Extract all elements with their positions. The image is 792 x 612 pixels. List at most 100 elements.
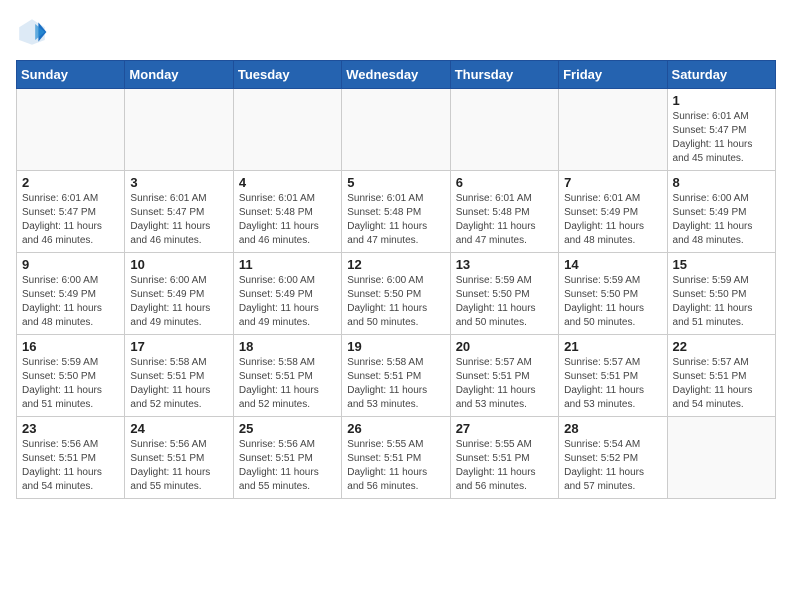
calendar-cell [559,89,667,171]
day-info: Sunrise: 5:56 AM Sunset: 5:51 PM Dayligh… [130,438,227,494]
day-number: 8 [673,175,770,190]
calendar-cell: 20 Sunrise: 5:57 AM Sunset: 5:51 PM Dayli… [450,335,558,417]
day-number: 20 [456,339,553,354]
day-info: Sunrise: 6:00 AM Sunset: 5:50 PM Dayligh… [347,274,444,330]
calendar-cell [233,89,341,171]
day-number: 21 [564,339,661,354]
calendar-cell: 5 Sunrise: 6:01 AM Sunset: 5:48 PM Daylig… [342,171,450,253]
day-info: Sunrise: 5:55 AM Sunset: 5:51 PM Dayligh… [347,438,444,494]
day-number: 9 [22,257,119,272]
day-info: Sunrise: 5:57 AM Sunset: 5:51 PM Dayligh… [456,356,553,412]
day-number: 6 [456,175,553,190]
day-number: 26 [347,421,444,436]
calendar-cell: 13 Sunrise: 5:59 AM Sunset: 5:50 PM Dayli… [450,253,558,335]
calendar-cell: 16 Sunrise: 5:59 AM Sunset: 5:50 PM Dayli… [17,335,125,417]
calendar-cell: 9 Sunrise: 6:00 AM Sunset: 5:49 PM Daylig… [17,253,125,335]
day-info: Sunrise: 6:00 AM Sunset: 5:49 PM Dayligh… [673,192,770,248]
day-info: Sunrise: 6:01 AM Sunset: 5:47 PM Dayligh… [22,192,119,248]
day-info: Sunrise: 6:01 AM Sunset: 5:48 PM Dayligh… [456,192,553,248]
day-info: Sunrise: 6:01 AM Sunset: 5:49 PM Dayligh… [564,192,661,248]
calendar-cell: 24 Sunrise: 5:56 AM Sunset: 5:51 PM Dayli… [125,417,233,499]
day-info: Sunrise: 5:59 AM Sunset: 5:50 PM Dayligh… [673,274,770,330]
day-number: 14 [564,257,661,272]
calendar-day-header: Wednesday [342,61,450,89]
day-info: Sunrise: 5:59 AM Sunset: 5:50 PM Dayligh… [22,356,119,412]
calendar-cell [667,417,775,499]
calendar-cell [342,89,450,171]
day-info: Sunrise: 5:58 AM Sunset: 5:51 PM Dayligh… [130,356,227,412]
calendar-day-header: Thursday [450,61,558,89]
calendar-cell: 10 Sunrise: 6:00 AM Sunset: 5:49 PM Dayli… [125,253,233,335]
day-info: Sunrise: 6:01 AM Sunset: 5:47 PM Dayligh… [673,110,770,166]
calendar-cell: 26 Sunrise: 5:55 AM Sunset: 5:51 PM Dayli… [342,417,450,499]
day-number: 23 [22,421,119,436]
day-number: 27 [456,421,553,436]
day-number: 5 [347,175,444,190]
day-number: 15 [673,257,770,272]
calendar-cell: 8 Sunrise: 6:00 AM Sunset: 5:49 PM Daylig… [667,171,775,253]
calendar-cell: 23 Sunrise: 5:56 AM Sunset: 5:51 PM Dayli… [17,417,125,499]
day-number: 25 [239,421,336,436]
calendar-table: SundayMondayTuesdayWednesdayThursdayFrid… [16,60,776,499]
page-header [16,16,776,48]
calendar-cell: 6 Sunrise: 6:01 AM Sunset: 5:48 PM Daylig… [450,171,558,253]
calendar-week-row: 16 Sunrise: 5:59 AM Sunset: 5:50 PM Dayli… [17,335,776,417]
day-number: 13 [456,257,553,272]
day-number: 10 [130,257,227,272]
calendar-cell: 15 Sunrise: 5:59 AM Sunset: 5:50 PM Dayli… [667,253,775,335]
day-info: Sunrise: 6:00 AM Sunset: 5:49 PM Dayligh… [22,274,119,330]
day-number: 16 [22,339,119,354]
day-info: Sunrise: 5:54 AM Sunset: 5:52 PM Dayligh… [564,438,661,494]
calendar-cell: 3 Sunrise: 6:01 AM Sunset: 5:47 PM Daylig… [125,171,233,253]
calendar-day-header: Saturday [667,61,775,89]
calendar-cell: 12 Sunrise: 6:00 AM Sunset: 5:50 PM Dayli… [342,253,450,335]
calendar-header-row: SundayMondayTuesdayWednesdayThursdayFrid… [17,61,776,89]
day-info: Sunrise: 6:00 AM Sunset: 5:49 PM Dayligh… [239,274,336,330]
day-info: Sunrise: 5:59 AM Sunset: 5:50 PM Dayligh… [564,274,661,330]
calendar-cell [17,89,125,171]
calendar-day-header: Sunday [17,61,125,89]
day-info: Sunrise: 5:57 AM Sunset: 5:51 PM Dayligh… [564,356,661,412]
calendar-day-header: Friday [559,61,667,89]
day-number: 12 [347,257,444,272]
day-info: Sunrise: 5:59 AM Sunset: 5:50 PM Dayligh… [456,274,553,330]
calendar-cell: 25Sunrise: 5:56 AM Sunset: 5:51 PM Dayli… [233,417,341,499]
calendar-cell: 2 Sunrise: 6:01 AM Sunset: 5:47 PM Daylig… [17,171,125,253]
calendar-cell: 1 Sunrise: 6:01 AM Sunset: 5:47 PM Daylig… [667,89,775,171]
day-number: 24 [130,421,227,436]
calendar-week-row: 1 Sunrise: 6:01 AM Sunset: 5:47 PM Daylig… [17,89,776,171]
day-number: 3 [130,175,227,190]
logo-icon [16,16,48,48]
calendar-cell: 22Sunrise: 5:57 AM Sunset: 5:51 PM Dayli… [667,335,775,417]
day-number: 28 [564,421,661,436]
calendar-cell: 4 Sunrise: 6:01 AM Sunset: 5:48 PM Daylig… [233,171,341,253]
day-number: 19 [347,339,444,354]
day-info: Sunrise: 6:01 AM Sunset: 5:47 PM Dayligh… [130,192,227,248]
day-info: Sunrise: 5:55 AM Sunset: 5:51 PM Dayligh… [456,438,553,494]
calendar-cell: 14 Sunrise: 5:59 AM Sunset: 5:50 PM Dayli… [559,253,667,335]
day-info: Sunrise: 5:58 AM Sunset: 5:51 PM Dayligh… [347,356,444,412]
calendar-week-row: 9 Sunrise: 6:00 AM Sunset: 5:49 PM Daylig… [17,253,776,335]
day-info: Sunrise: 6:01 AM Sunset: 5:48 PM Dayligh… [347,192,444,248]
day-number: 2 [22,175,119,190]
day-number: 11 [239,257,336,272]
calendar-day-header: Monday [125,61,233,89]
day-number: 17 [130,339,227,354]
calendar-cell: 7Sunrise: 6:01 AM Sunset: 5:49 PM Daylig… [559,171,667,253]
logo [16,16,52,48]
day-number: 18 [239,339,336,354]
calendar-cell: 21 Sunrise: 5:57 AM Sunset: 5:51 PM Dayli… [559,335,667,417]
calendar-cell: 28 Sunrise: 5:54 AM Sunset: 5:52 PM Dayli… [559,417,667,499]
calendar-cell: 19 Sunrise: 5:58 AM Sunset: 5:51 PM Dayli… [342,335,450,417]
day-info: Sunrise: 5:57 AM Sunset: 5:51 PM Dayligh… [673,356,770,412]
calendar-cell: 17 Sunrise: 5:58 AM Sunset: 5:51 PM Dayli… [125,335,233,417]
calendar-cell: 11 Sunrise: 6:00 AM Sunset: 5:49 PM Dayli… [233,253,341,335]
day-info: Sunrise: 6:01 AM Sunset: 5:48 PM Dayligh… [239,192,336,248]
day-number: 1 [673,93,770,108]
calendar-cell: 27 Sunrise: 5:55 AM Sunset: 5:51 PM Dayli… [450,417,558,499]
day-number: 4 [239,175,336,190]
day-info: Sunrise: 6:00 AM Sunset: 5:49 PM Dayligh… [130,274,227,330]
calendar-cell [125,89,233,171]
day-info: Sunrise: 5:56 AM Sunset: 5:51 PM Dayligh… [22,438,119,494]
calendar-cell [450,89,558,171]
